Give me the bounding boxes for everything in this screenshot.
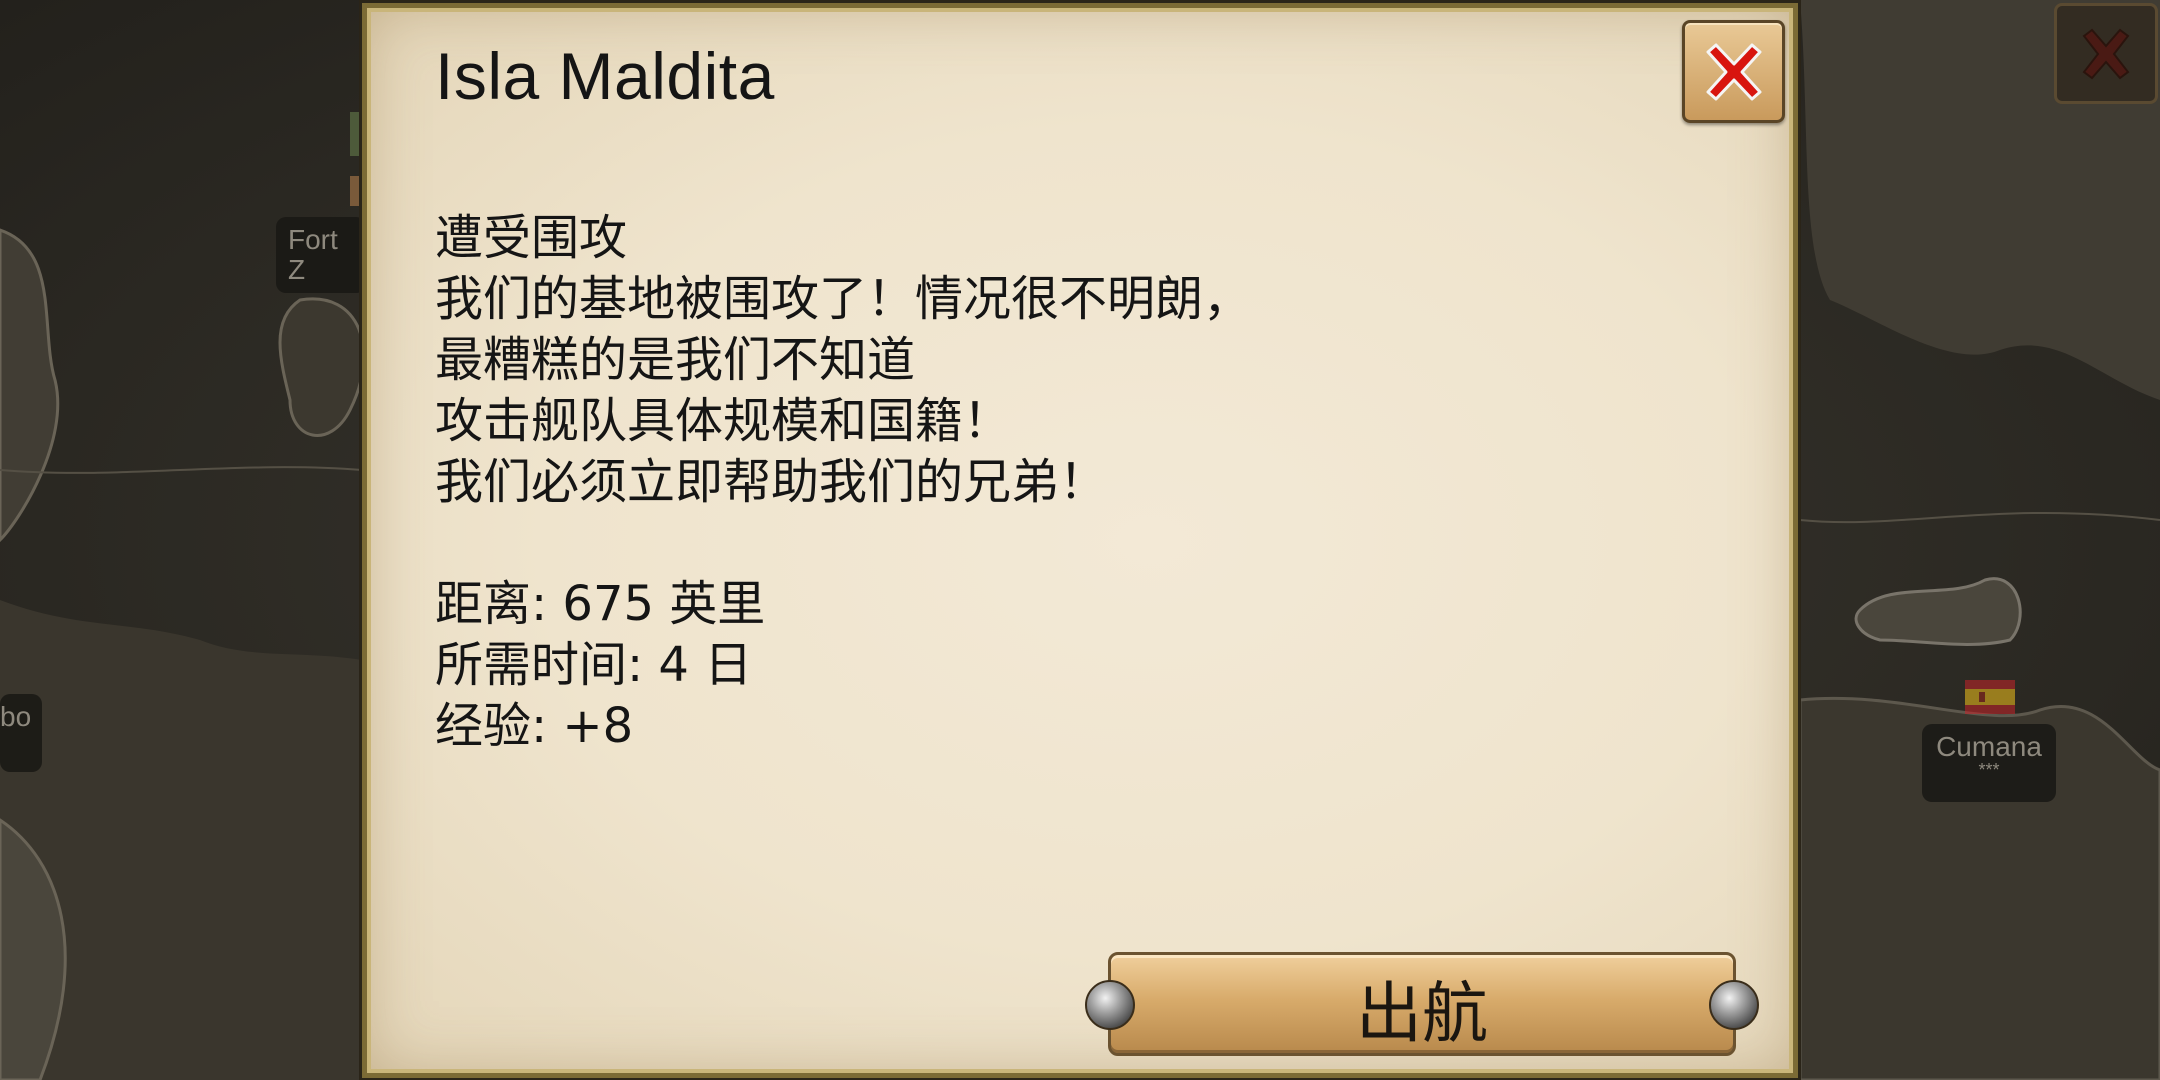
mission-heading: 遭受围攻: [435, 210, 628, 266]
map-label-fort[interactable]: Fort Z: [276, 217, 366, 293]
experience-text: 经验: +8: [435, 698, 634, 754]
distance-text: 距离: 675 英里: [435, 576, 766, 632]
dialog-close-button[interactable]: [1682, 20, 1785, 123]
red-x-close-icon: [1706, 43, 1761, 100]
map-label-cumana-name: Cumana: [1936, 731, 2042, 762]
game-screen: Fort Z bo Cumana *** Isla Maldita 遭受围攻 我…: [0, 0, 2160, 1080]
map-label-cumana-stars: ***: [1978, 760, 2000, 780]
message-line: 攻击舰队具体规模和国籍！: [435, 393, 1012, 449]
dialog-title: Isla Maldita: [435, 39, 775, 113]
map-label-left-edge[interactable]: bo: [0, 694, 42, 772]
mission-dialog: Isla Maldita 遭受围攻 我们的基地被围攻了！情况很不明朗， 最糟糕的…: [359, 0, 1801, 1080]
map-label-fort-name: Fort Z: [288, 224, 338, 285]
time-required-text: 所需时间: 4 日: [435, 637, 753, 693]
set-sail-button[interactable]: 出航: [1080, 952, 1764, 1056]
message-line: 最糟糕的是我们不知道: [435, 332, 916, 388]
spain-flag-icon: [1965, 680, 2015, 714]
map-label-cumana[interactable]: Cumana ***: [1922, 724, 2056, 802]
dialog-body: 遭受围攻 我们的基地被围攻了！情况很不明朗， 最糟糕的是我们不知道 攻击舰队具体…: [435, 208, 1251, 757]
map-label-left-edge-name: bo: [0, 701, 32, 732]
set-sail-label: 出航: [1356, 975, 1488, 1052]
message-line: 我们必须立即帮助我们的兄弟！: [435, 454, 1108, 510]
map-close-button[interactable]: [2054, 3, 2158, 104]
close-icon: [2082, 28, 2130, 79]
message-line: 我们的基地被围攻了！情况很不明朗，: [435, 271, 1252, 327]
